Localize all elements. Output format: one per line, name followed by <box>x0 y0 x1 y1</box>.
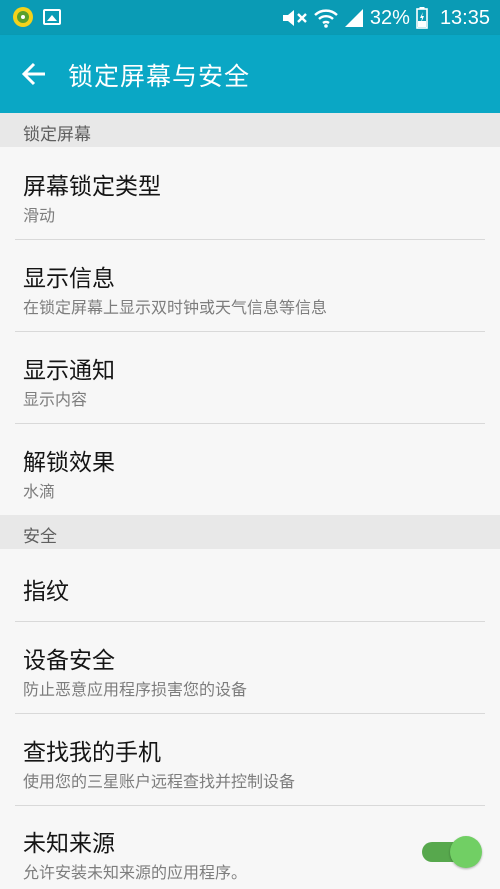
item-subtitle: 显示内容 <box>23 390 88 409</box>
clock: 13:35 <box>439 6 490 29</box>
item-title: 显示通知 <box>23 358 115 384</box>
list-item-find-my-mobile[interactable]: 查找我的手机 使用您的三星账户远程查找并控制设备 <box>0 714 500 805</box>
list-item-unlock-effect[interactable]: 解锁效果 水滴 <box>0 424 500 515</box>
section-header-label: 锁定屏幕 <box>23 125 91 145</box>
item-title: 查找我的手机 <box>23 740 161 766</box>
app-badge-icon <box>13 7 33 27</box>
list-item-unknown-sources[interactable]: 未知来源 允许安装未知来源的应用程序。 <box>0 806 500 889</box>
mute-icon <box>282 10 307 26</box>
toggle-knob[interactable] <box>450 836 482 868</box>
section-header-lock-screen: 锁定屏幕 <box>0 113 500 147</box>
page-title: 锁定屏幕与安全 <box>68 62 251 91</box>
gallery-icon <box>43 9 61 25</box>
battery-percentage: 32% <box>369 6 410 29</box>
list-item-fingerprint[interactable]: 指纹 <box>0 549 500 621</box>
item-title: 解锁效果 <box>23 450 115 476</box>
section-header-label: 安全 <box>23 527 57 547</box>
item-subtitle: 允许安装未知来源的应用程序。 <box>23 863 248 882</box>
section-header-security: 安全 <box>0 515 500 549</box>
item-title: 设备安全 <box>23 648 115 674</box>
item-title: 未知来源 <box>23 831 115 857</box>
item-title: 指纹 <box>23 579 69 605</box>
signal-icon <box>344 9 363 27</box>
status-bar: 32% 13:35 <box>0 0 500 35</box>
item-subtitle: 滑动 <box>23 206 56 225</box>
wifi-icon <box>314 9 338 28</box>
app-bar: 锁定屏幕与安全 <box>0 35 500 113</box>
item-subtitle: 防止恶意应用程序损害您的设备 <box>23 680 248 699</box>
item-title: 屏幕锁定类型 <box>23 174 161 200</box>
item-title: 显示信息 <box>23 266 115 292</box>
list-item-display-info[interactable]: 显示信息 在锁定屏幕上显示双时钟或天气信息等信息 <box>0 240 500 331</box>
item-subtitle: 使用您的三星账户远程查找并控制设备 <box>23 772 296 791</box>
list-item-display-notifications[interactable]: 显示通知 显示内容 <box>0 332 500 423</box>
arrow-left-icon <box>21 62 45 86</box>
battery-charging-icon <box>416 7 428 29</box>
item-subtitle: 水滴 <box>23 482 56 501</box>
unknown-sources-toggle[interactable] <box>422 836 482 868</box>
list-item-screen-lock-type[interactable]: 屏幕锁定类型 滑动 <box>0 147 500 239</box>
list-item-device-security[interactable]: 设备安全 防止恶意应用程序损害您的设备 <box>0 622 500 713</box>
item-subtitle: 在锁定屏幕上显示双时钟或天气信息等信息 <box>23 298 328 317</box>
back-button[interactable] <box>14 54 54 94</box>
